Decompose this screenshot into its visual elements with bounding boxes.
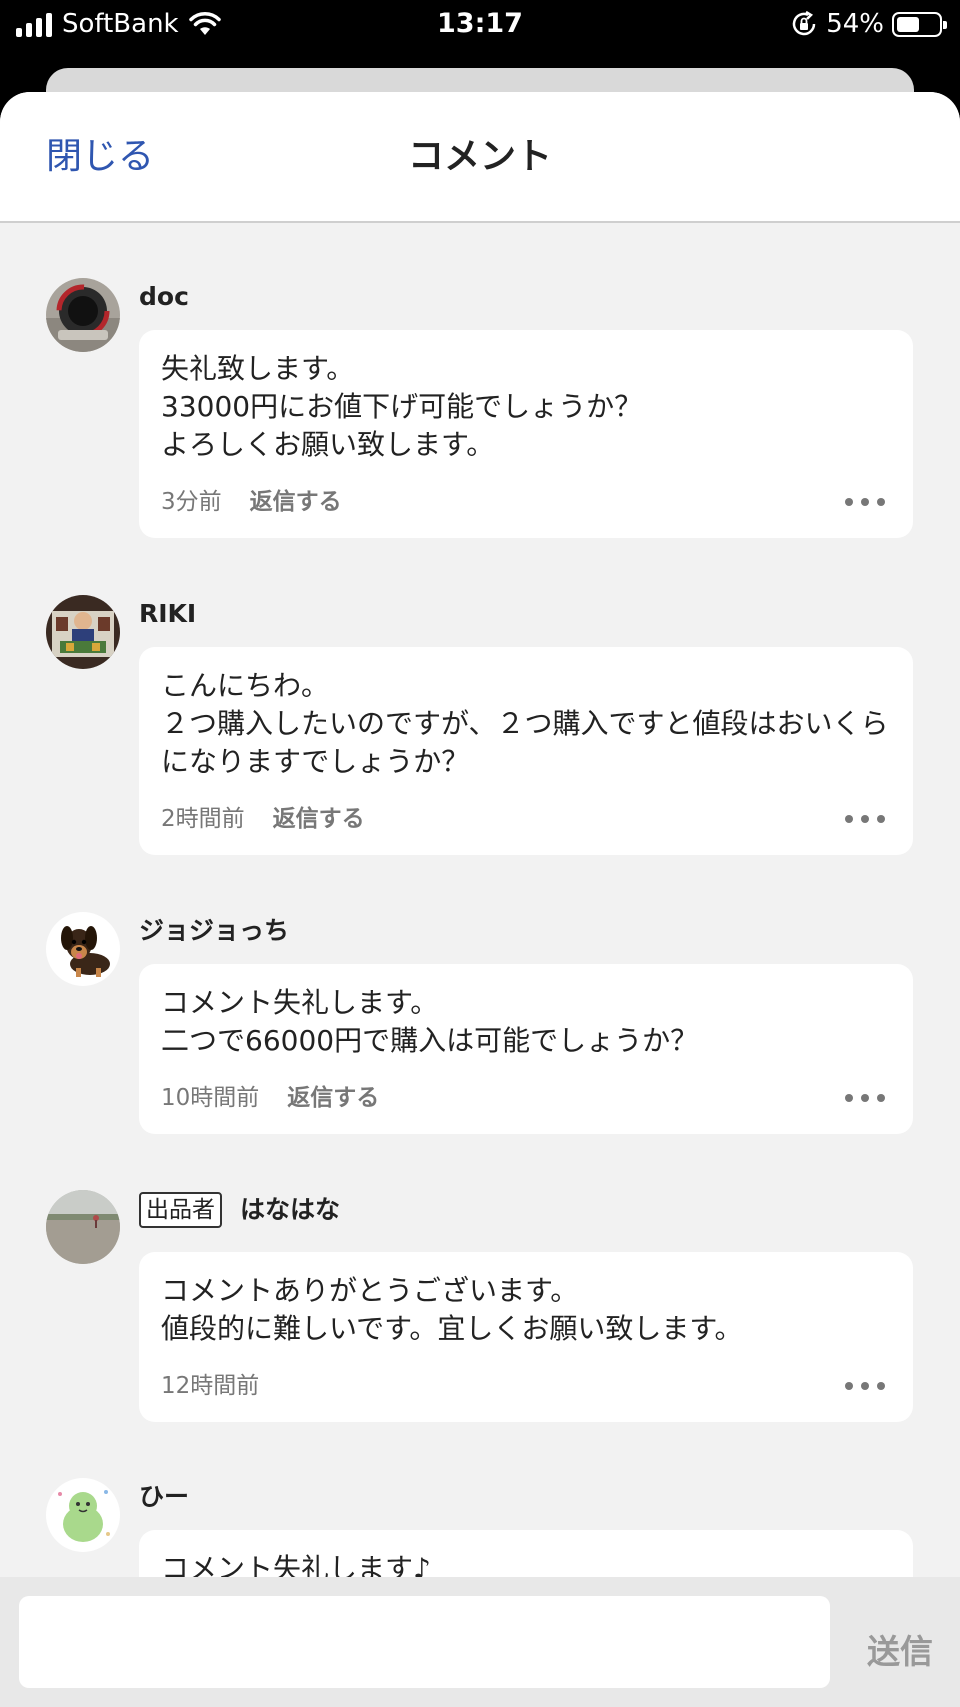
comment-meta: 10時間前 返信する xyxy=(161,1082,379,1114)
status-right: 54% xyxy=(790,8,947,40)
comment-text: こんにちわ。 ２つ購入したいのですが、２つ購入ですと値段はおいくらになりますでし… xyxy=(161,669,889,778)
reply-button[interactable]: 返信する xyxy=(287,1082,379,1114)
more-options-icon[interactable] xyxy=(845,492,885,512)
comment-text: コメント失礼します。 二つで66000円で購入は可能でしょうか？ xyxy=(161,986,699,1057)
rotation-lock-icon xyxy=(792,10,816,36)
person-avatar-image xyxy=(46,595,120,669)
comment-header: RIKI xyxy=(139,597,196,631)
comment-input[interactable] xyxy=(19,1596,830,1688)
character-avatar-image xyxy=(46,1478,120,1552)
reply-button[interactable]: 返信する xyxy=(273,803,365,835)
comment-bubble: コメントありがとうございます。 値段的に難しいです。宜しくお願い致します。 12… xyxy=(139,1252,913,1422)
comment-header: doc xyxy=(139,280,189,314)
field-avatar-image xyxy=(46,1190,120,1264)
avatar[interactable] xyxy=(46,595,120,669)
comment-username[interactable]: RIKI xyxy=(139,597,196,631)
comment-username[interactable]: はなはな xyxy=(240,1193,340,1227)
avatar[interactable] xyxy=(46,1190,120,1264)
watch-avatar-image xyxy=(46,278,120,352)
comment-header: ジョジョっち xyxy=(139,914,289,948)
more-options-icon[interactable] xyxy=(845,1376,885,1396)
comment-time: 12時間前 xyxy=(161,1373,260,1399)
status-bar: SoftBank 13:17 54% xyxy=(0,0,960,52)
comment-time: 2時間前 xyxy=(161,806,245,832)
battery-icon xyxy=(892,11,947,37)
avatar[interactable] xyxy=(46,912,120,986)
comment-time: 10時間前 xyxy=(161,1085,260,1111)
comment-bubble: コメント失礼します。 二つで66000円で購入は可能でしょうか？ 10時間前 返… xyxy=(139,964,913,1134)
battery-percent: 54% xyxy=(826,9,884,39)
comment-text: 失礼致します。 33000円にお値下げ可能でしょうか？ よろしくお願い致します。 xyxy=(161,352,643,461)
comment-meta: 2時間前 返信する xyxy=(161,803,365,835)
page-title: コメント xyxy=(407,136,552,177)
comment-text: コメントありがとうございます。 値段的に難しいです。宜しくお願い致します。 xyxy=(161,1274,743,1345)
comment-bubble: こんにちわ。 ２つ購入したいのですが、２つ購入ですと値段はおいくらになりますでし… xyxy=(139,647,913,855)
reply-button[interactable]: 返信する xyxy=(250,486,342,518)
avatar[interactable] xyxy=(46,278,120,352)
more-options-icon[interactable] xyxy=(845,1088,885,1108)
avatar[interactable] xyxy=(46,1478,120,1552)
send-button[interactable]: 送信 xyxy=(850,1629,950,1675)
comment-header: ひー xyxy=(139,1480,189,1514)
seller-badge: 出品者 xyxy=(139,1192,222,1228)
battery-level-fill xyxy=(897,16,919,32)
comments-sheet: 閉じる コメント doc 失礼致します。 33000円にお値下げ可能でしょうか？… xyxy=(0,92,960,1707)
comment-meta: 12時間前 xyxy=(161,1370,259,1402)
sheet-header: 閉じる コメント xyxy=(0,92,960,223)
comment-header: 出品者 はなはな xyxy=(139,1192,340,1228)
comment-composer: 送信 xyxy=(0,1577,960,1707)
comment-username[interactable]: doc xyxy=(139,280,189,314)
comment-bubble: 失礼致します。 33000円にお値下げ可能でしょうか？ よろしくお願い致します。… xyxy=(139,330,913,538)
more-options-icon[interactable] xyxy=(845,809,885,829)
comment-time: 3分前 xyxy=(161,489,222,515)
comment-meta: 3分前 返信する xyxy=(161,486,342,518)
comment-username[interactable]: ジョジョっち xyxy=(139,914,289,948)
comment-username[interactable]: ひー xyxy=(139,1480,189,1514)
dog-avatar-image xyxy=(46,912,120,986)
